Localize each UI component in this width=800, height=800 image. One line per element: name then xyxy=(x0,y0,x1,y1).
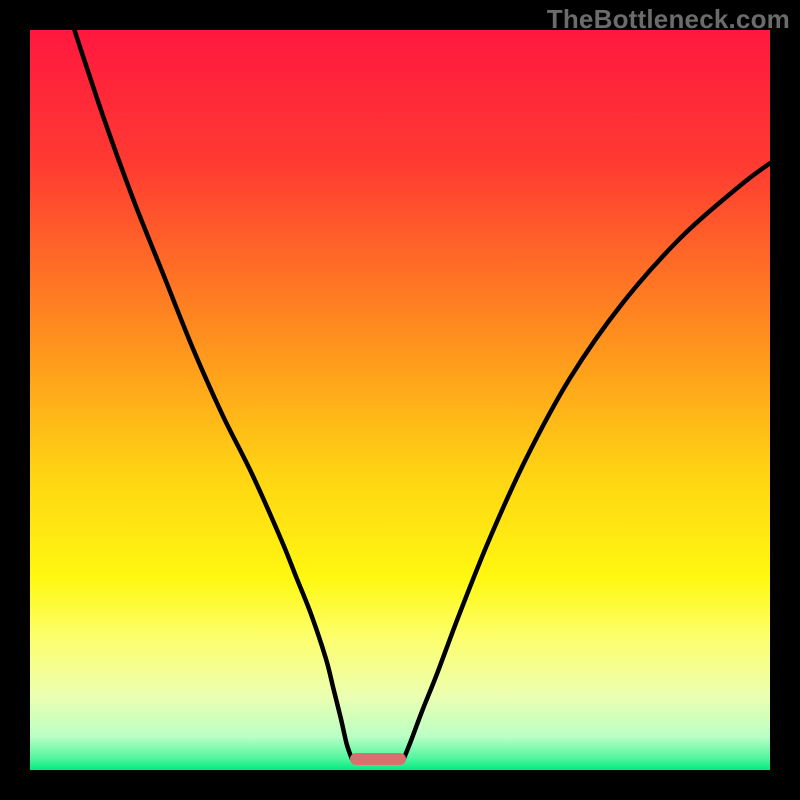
curve-left xyxy=(74,30,352,759)
curves-layer xyxy=(30,30,770,770)
bottleneck-marker xyxy=(350,753,406,765)
curve-right xyxy=(404,163,770,759)
chart-frame: TheBottleneck.com xyxy=(0,0,800,800)
plot-area xyxy=(30,30,770,770)
